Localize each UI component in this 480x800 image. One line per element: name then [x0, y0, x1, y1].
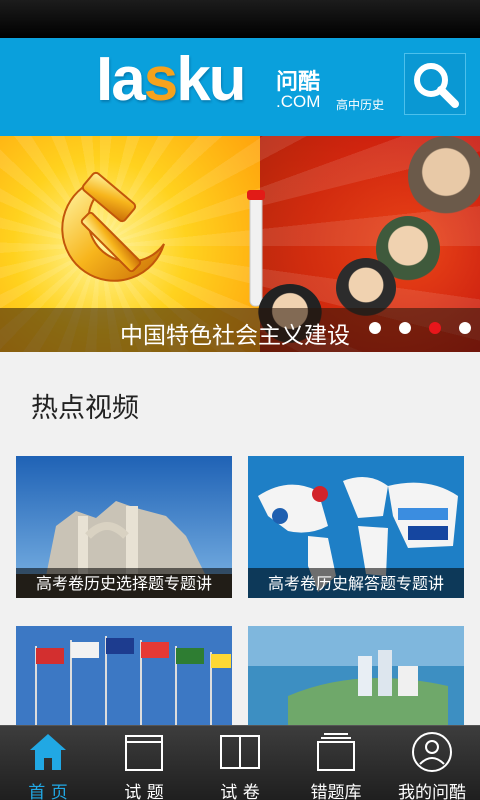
logo-subject: 高中历史 [336, 98, 385, 112]
video-card-3[interactable] [16, 626, 232, 725]
carousel-dot-4[interactable] [459, 322, 471, 334]
tab-questions[interactable]: 试 题 [96, 726, 192, 800]
search-icon [414, 63, 459, 108]
banner-caption: 中国特色社会主义建设 [120, 323, 350, 349]
logo-domain: .COM [276, 92, 321, 111]
video-title: 高考卷历史解答题专题讲 [267, 574, 444, 593]
carousel-dot-1[interactable] [369, 322, 381, 334]
logo-wordmark: Iasku [96, 45, 247, 114]
tab-label: 错题库 [310, 783, 362, 800]
tab-home[interactable]: 首 页 [0, 726, 96, 800]
home-icon [30, 734, 66, 770]
carousel-dot-2[interactable] [399, 322, 411, 334]
bottom-tab-bar: 首 页 试 题 试 卷 错题库 我的问酷 [0, 725, 480, 800]
tab-papers[interactable]: 试 卷 [192, 726, 288, 800]
tab-label: 我的问酷 [398, 783, 466, 800]
stack-icon [317, 733, 355, 771]
video-title: 高考卷历史选择题专题讲 [35, 574, 212, 593]
flags-image [16, 626, 232, 725]
tab-label: 首 页 [28, 783, 68, 800]
banner-carousel[interactable]: 中国特色社会主义建设 [0, 136, 480, 352]
search-button[interactable] [404, 53, 466, 115]
tab-label: 试 题 [124, 783, 164, 800]
status-bar [0, 0, 480, 38]
tab-my-wenku[interactable]: 我的问酷 [384, 726, 480, 800]
tab-label: 试 卷 [220, 783, 260, 800]
hammer-sickle-emblem [61, 171, 165, 282]
user-icon [412, 732, 452, 772]
app-header: Iasku 问酷 .COM 高中历史 [0, 38, 480, 136]
section-title: 热点视频 [31, 393, 139, 424]
carousel-dot-3[interactable] [429, 322, 441, 334]
video-card-4[interactable] [248, 626, 464, 725]
leader-portrait-1 [408, 136, 480, 216]
coastal-city-image [248, 626, 464, 725]
book-icon [220, 735, 260, 769]
video-card-2[interactable]: 高考卷历史解答题专题讲 [248, 456, 464, 598]
page-icon [125, 735, 163, 771]
tab-mistakes[interactable]: 错题库 [288, 726, 384, 800]
video-card-1[interactable]: 高考卷历史选择题专题讲 [16, 456, 232, 598]
